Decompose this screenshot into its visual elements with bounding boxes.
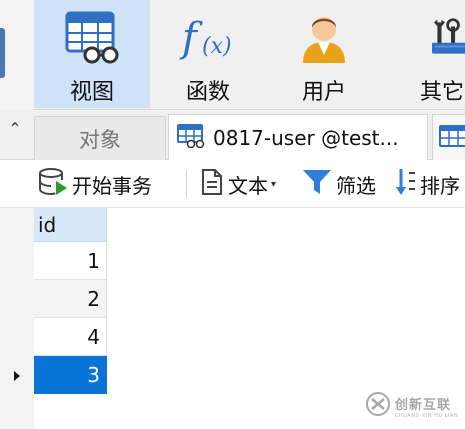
current-row-pointer-icon xyxy=(14,371,20,381)
tools-icon xyxy=(410,10,465,66)
id-cell[interactable]: 4 xyxy=(34,318,107,356)
id-cell[interactable]: 1 xyxy=(34,242,107,280)
main-ribbon: 视图 f (x) 函数 用户 其它 xyxy=(0,0,465,110)
watermark-logo: 创新互联 CHUANG XIN HU LIAN xyxy=(366,391,458,421)
sort-icon xyxy=(396,167,416,201)
row-indicator[interactable] xyxy=(0,356,34,394)
grid-rows: 1 2 4 3 xyxy=(0,242,107,394)
ribbon-view-button[interactable]: 视图 xyxy=(34,0,150,108)
row-indicator[interactable] xyxy=(0,242,34,280)
user-icon xyxy=(294,10,354,66)
ribbon-left-edge xyxy=(0,0,34,110)
table-row[interactable]: 4 xyxy=(0,318,107,356)
filter-icon xyxy=(302,167,332,201)
table-row-selected[interactable]: 3 xyxy=(0,356,107,394)
svg-text:f: f xyxy=(179,15,203,61)
table-icon xyxy=(439,124,465,152)
ribbon-user-button[interactable]: 用户 xyxy=(266,0,382,108)
column-header-id[interactable]: id xyxy=(34,208,107,242)
begin-transaction-button[interactable]: 开始事务 xyxy=(38,168,152,200)
ribbon-function-button[interactable]: f (x) 函数 xyxy=(150,0,266,108)
collapse-ribbon-icon[interactable]: ⌃ xyxy=(6,120,24,138)
watermark-logo-icon xyxy=(366,392,390,420)
ribbon-user-label: 用户 xyxy=(301,80,346,105)
chevron-down-icon[interactable]: ▾ xyxy=(271,179,276,190)
table-view-icon xyxy=(62,10,122,66)
watermark-text: 创新互联 xyxy=(395,397,452,413)
tab-0817-user-table[interactable]: 0817-user @test... xyxy=(168,114,428,160)
sort-button[interactable]: 排序 xyxy=(396,168,460,200)
ribbon-function-label: 函数 xyxy=(185,80,230,105)
document-icon xyxy=(200,168,224,200)
toolbar-separator xyxy=(186,170,187,198)
svg-text:(x): (x) xyxy=(202,34,232,59)
function-icon: f (x) xyxy=(178,10,238,66)
table-row[interactable]: 2 xyxy=(0,280,107,318)
table-row[interactable]: 1 xyxy=(0,242,107,280)
ribbon-partial-button[interactable] xyxy=(0,28,5,78)
row-indicator[interactable] xyxy=(0,318,34,356)
text-view-button[interactable]: 文本 ▾ xyxy=(200,168,276,200)
ribbon-view-label: 视图 xyxy=(69,80,114,105)
id-cell[interactable]: 3 xyxy=(34,356,107,394)
id-cell[interactable]: 2 xyxy=(34,280,107,318)
sort-label: 排序 xyxy=(420,173,460,198)
table-toolbar: 开始事务 文本 ▾ 筛选 排序 xyxy=(0,160,465,208)
tab-objects[interactable]: 对象 xyxy=(34,116,166,160)
row-indicator[interactable] xyxy=(0,280,34,318)
object-tab-bar: ⌃ 对象 0817-user @test... xyxy=(0,110,465,160)
filter-label: 筛选 xyxy=(336,173,376,198)
filter-button[interactable]: 筛选 xyxy=(302,168,376,200)
tab-objects-label: 对象 xyxy=(79,127,121,152)
tab-0817-user-label: 0817-user @test... xyxy=(213,125,399,150)
database-transaction-icon xyxy=(38,167,68,201)
begin-transaction-label: 开始事务 xyxy=(72,173,152,198)
ribbon-other-label: 其它 xyxy=(420,80,465,105)
table-icon xyxy=(177,123,205,152)
watermark-subtext: CHUANG XIN HU LIAN xyxy=(395,412,459,419)
text-view-label: 文本 xyxy=(228,173,268,198)
ribbon-other-button[interactable]: 其它 xyxy=(390,0,465,108)
tab-next-table[interactable] xyxy=(432,114,465,160)
